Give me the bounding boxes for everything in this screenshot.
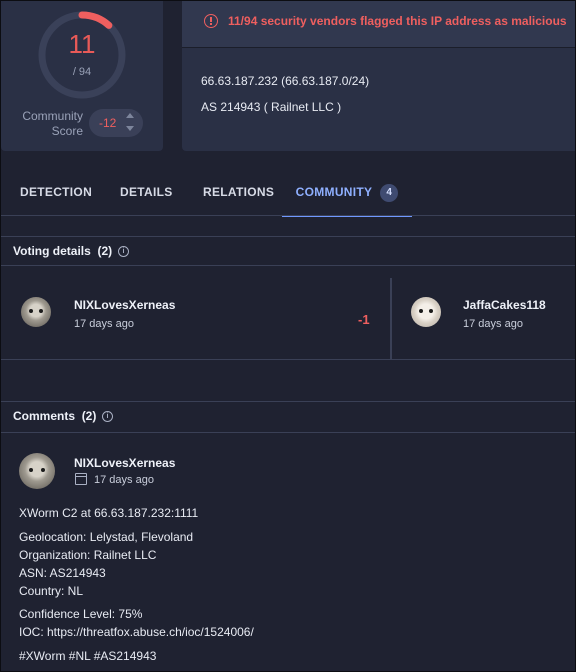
vote-date: 17 days ago [463,318,523,330]
comment-ioc-link[interactable]: IOC: https://threatfox.abuse.ch/ioc/1524… [19,625,254,639]
tab-detection-label: DETECTION [20,185,93,199]
vote-column-divider [390,278,392,359]
tab-community-badge: 4 [380,183,399,202]
vote-username[interactable]: NIXLovesXerneas [74,298,175,312]
comment-text-line: Geolocation: Lelystad, Flevoland [19,530,194,544]
comment-text-line: ASN: AS214943 [19,566,106,580]
voting-header-bottom-border [1,265,575,266]
community-score-label: Community Score [22,109,83,139]
comments-count: (2) [81,409,97,423]
ip-address: 66.63.187.232 (66.63.187.0/24) [201,74,370,88]
info-icon[interactable]: i [102,411,113,422]
avatar[interactable] [411,297,441,327]
vote-value: -1 [358,312,370,327]
voting-details-heading: Voting details (2) [13,244,112,258]
avatar-eye [419,309,423,313]
tab-relations-label: RELATIONS [203,185,275,199]
tab-details-label: DETAILS [120,185,173,199]
community-score-label-line2: Score [51,124,83,138]
community-score-value: -12 [99,116,117,130]
avatar-eye [429,309,433,313]
detection-total: / 94 [72,66,92,78]
comments-header-bottom-border [1,432,575,433]
comments-header-top-border [1,401,575,402]
as-number: AS 214943 ( Railnet LLC ) [201,100,342,114]
tabs-divider [1,215,575,216]
comment-text-line: Organization: Railnet LLC [19,548,157,562]
comment-username[interactable]: NIXLovesXerneas [74,456,175,470]
community-score-label-line1: Community [22,109,83,123]
info-icon[interactable]: i [118,246,129,257]
avatar-eye [29,468,33,472]
vote-username[interactable]: JaffaCakes118 [463,298,546,312]
voting-bottom-border [1,359,575,360]
chevron-up-icon[interactable] [126,113,134,118]
tab-details[interactable]: DETAILS [120,171,173,215]
community-score-control: -12 [89,109,143,137]
avatar[interactable] [19,453,55,489]
comment-text-line: Country: NL [19,584,84,598]
voting-header-top-border [1,236,575,237]
tab-relations[interactable]: RELATIONS [203,171,274,215]
tab-bar: DETECTION DETAILS RELATIONS COMMUNITY 4 [1,171,575,217]
alert-circle-icon [204,14,218,28]
vote-date: 17 days ago [74,318,134,330]
calendar-icon [75,473,87,485]
avatar[interactable] [21,297,51,327]
tab-detection[interactable]: DETECTION [20,171,92,215]
comment-date: 17 days ago [94,474,154,486]
voting-details-count: (2) [97,244,113,258]
comment-text-line: Confidence Level: 75% [19,607,143,621]
ip-info-card: 11/94 security vendors flagged this IP a… [182,1,575,151]
detection-score-card: 11 / 94 Community Score -12 [1,1,163,151]
alert-text: 11/94 security vendors flagged this IP a… [228,14,567,28]
comment-tags[interactable]: #XWorm #NL #AS214943 [19,649,156,663]
chevron-down-icon[interactable] [126,126,134,131]
community-page: 11 / 94 Community Score -12 11/94 securi… [0,0,576,672]
tab-community-label: COMMUNITY [295,185,373,199]
voting-details-title: Voting details [13,244,91,258]
comments-heading: Comments (2) [13,409,96,423]
comment-text-line: XWorm C2 at 66.63.187.232:1111 [19,506,199,520]
malicious-alert: 11/94 security vendors flagged this IP a… [182,1,575,48]
comments-title: Comments [13,409,76,423]
tab-community[interactable]: COMMUNITY 4 [282,171,412,217]
detection-count: 11 [68,29,96,59]
avatar-eye [41,468,45,472]
summary-section: 11 / 94 Community Score -12 11/94 securi… [1,1,575,153]
avatar-eye [29,309,33,313]
avatar-eye [39,309,43,313]
